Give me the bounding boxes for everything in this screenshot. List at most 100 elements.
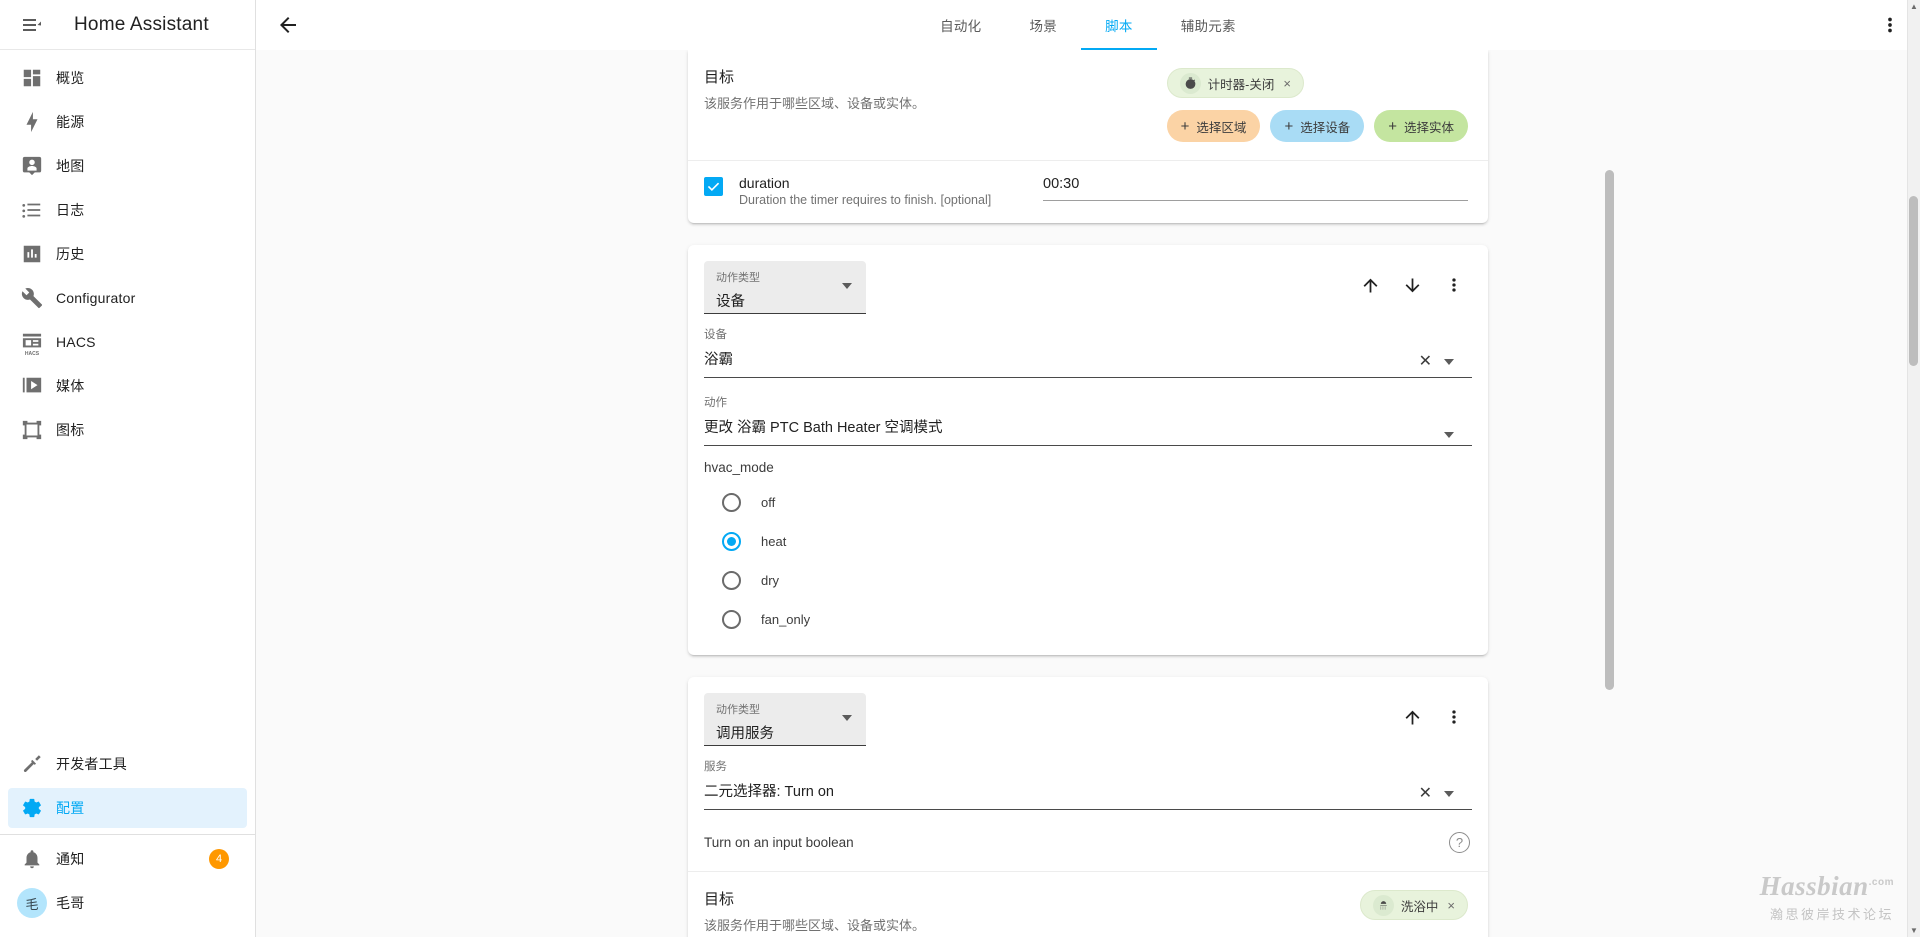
scroll-down-icon[interactable]: ▼ [1908, 924, 1920, 937]
chevron-down-icon[interactable] [1444, 432, 1454, 438]
window-scrollbar-thumb[interactable] [1909, 196, 1918, 366]
scroll-content: 目标 该服务作用于哪些区域、设备或实体。 计时器-关闭 × + 选择区域 + 选… [256, 50, 1920, 937]
chip-remove-icon[interactable]: × [1283, 76, 1291, 91]
tab-scenes[interactable]: 场景 [1005, 0, 1081, 50]
radio-option-dry[interactable]: dry [688, 561, 1488, 600]
window-scrollbar-track[interactable]: ▲ ▼ [1907, 0, 1920, 937]
dots-vertical-icon[interactable] [1870, 5, 1910, 45]
pick-area-label: 选择区域 [1196, 120, 1247, 135]
radio-option-off[interactable]: off [688, 483, 1488, 522]
target-chips: 洗浴中 × [1359, 890, 1468, 920]
lightning-bolt-icon [8, 111, 56, 133]
device-action-value-wrap[interactable]: 更改 浴霸 PTC Bath Heater 空调模式 [704, 410, 1472, 446]
sidebar-item-label: HACS [56, 334, 96, 350]
radio-button [722, 493, 741, 512]
scroll-up-icon[interactable]: ▲ [1908, 0, 1920, 13]
tab-scripts[interactable]: 脚本 [1081, 0, 1157, 50]
action-type-select-device[interactable]: 动作类型 设备 [704, 261, 866, 314]
duration-name: duration [739, 175, 790, 191]
chevron-down-icon[interactable] [1444, 359, 1454, 365]
radio-button [722, 571, 741, 590]
target-title: 目标 [704, 891, 735, 908]
app-title: Home Assistant [74, 13, 209, 35]
action-header: 动作类型 设备 [688, 245, 1488, 314]
device-action-value: 更改 浴霸 PTC Bath Heater 空调模式 [704, 420, 943, 436]
target-title: 目标 [704, 69, 735, 86]
radio-label: fan_only [761, 612, 811, 627]
action-type-label: 动作类型 [716, 704, 760, 716]
target-labels: 目标 该服务作用于哪些区域、设备或实体。 [704, 66, 925, 142]
sidebar-item-label: 配置 [56, 800, 85, 816]
duration-checkbox[interactable] [704, 177, 723, 196]
main-area: 自动化 场景 脚本 辅助元素 目标 该服务作用于哪些区域、设备或实体。 计时器-… [256, 0, 1920, 937]
sidebar-item-configurator[interactable]: Configurator [8, 278, 247, 318]
cog-icon [8, 797, 56, 819]
pick-device-button[interactable]: + 选择设备 [1270, 110, 1365, 142]
dots-vertical-icon[interactable] [1434, 697, 1474, 737]
radio-option-fan-only[interactable]: fan_only [688, 600, 1488, 639]
action-type-select-service[interactable]: 动作类型 调用服务 [704, 693, 866, 746]
sidebar-item-user[interactable]: 毛 毛哥 [8, 883, 247, 923]
close-icon[interactable]: ✕ [1419, 786, 1432, 802]
close-icon[interactable]: ✕ [1419, 354, 1432, 370]
radio-option-heat[interactable]: heat [688, 522, 1488, 561]
chip-label: 计时器-关闭 [1207, 77, 1275, 92]
device-action-actions [1444, 432, 1454, 438]
sidebar-nav: 概览 能源 地图 日志 历史 Configurator HACS HACS 媒体… [0, 50, 255, 740]
plus-icon: + [1284, 117, 1294, 135]
chevron-down-icon[interactable] [1444, 791, 1454, 797]
action-header: 动作类型 调用服务 [688, 677, 1488, 746]
sidebar-item-label: 能源 [56, 114, 85, 130]
device-action-label: 动作 [704, 397, 727, 409]
duration-labels: duration Duration the timer requires to … [739, 175, 1039, 207]
sidebar-item-configuration[interactable]: 配置 [8, 788, 247, 828]
service-field-value: 二元选择器: Turn on [704, 784, 834, 800]
view-dashboard-icon [8, 67, 56, 89]
sidebar-item-label: 历史 [56, 246, 85, 262]
avatar: 毛 [8, 888, 56, 918]
action-toolbar [1350, 261, 1474, 305]
sidebar-item-hacs[interactable]: HACS HACS [8, 322, 247, 362]
sidebar-item-label: Configurator [56, 290, 136, 306]
target-pick-buttons: + 选择区域 + 选择设备 + 选择实体 [1166, 110, 1468, 142]
wrench-icon [8, 287, 56, 309]
sidebar-item-energy[interactable]: 能源 [8, 102, 247, 142]
action-card-device: 动作类型 设备 设备 浴霸 ✕ 动作 更改 浴霸 PTC Bath Heater… [688, 245, 1488, 655]
tab-helpers[interactable]: 辅助元素 [1157, 0, 1260, 50]
device-field-value-wrap[interactable]: 浴霸 ✕ [704, 342, 1472, 378]
arrow-down-icon[interactable] [1392, 265, 1432, 305]
sidebar-item-overview[interactable]: 概览 [8, 58, 247, 98]
service-field-value-wrap[interactable]: 二元选择器: Turn on ✕ [704, 774, 1472, 810]
dots-vertical-icon[interactable] [1434, 265, 1474, 305]
sidebar-item-icons[interactable]: 图标 [8, 410, 247, 450]
duration-input[interactable] [1043, 176, 1468, 201]
chart-box-icon [8, 243, 56, 265]
chip-label: 洗浴中 [1400, 899, 1439, 914]
sidebar-divider [0, 834, 255, 835]
sidebar-item-notifications[interactable]: 通知 4 [8, 839, 247, 879]
radio-button [722, 532, 741, 551]
pick-area-button[interactable]: + 选择区域 [1166, 110, 1261, 142]
sidebar-item-history[interactable]: 历史 [8, 234, 247, 274]
entity-chip[interactable]: 计时器-关闭 × [1166, 68, 1304, 98]
sidebar: Home Assistant 概览 能源 地图 日志 历史 Configurat… [0, 0, 256, 937]
device-action-field: 动作 更改 浴霸 PTC Bath Heater 空调模式 [688, 394, 1488, 446]
radio-label: off [761, 495, 776, 510]
chip-remove-icon[interactable]: × [1447, 898, 1455, 913]
format-list-bulleted-icon [8, 199, 56, 221]
tab-automations[interactable]: 自动化 [916, 0, 1005, 50]
sidebar-item-developer-tools[interactable]: 开发者工具 [8, 744, 247, 784]
sidebar-item-label: 地图 [56, 158, 85, 174]
pick-entity-button[interactable]: + 选择实体 [1374, 110, 1468, 142]
help-circle-icon[interactable]: ? [1449, 832, 1470, 853]
plus-icon: + [1180, 117, 1190, 135]
arrow-up-icon[interactable] [1350, 265, 1390, 305]
entity-chip[interactable]: 洗浴中 × [1359, 890, 1468, 920]
sidebar-item-map[interactable]: 地图 [8, 146, 247, 186]
content-scrollbar-thumb[interactable] [1605, 170, 1614, 690]
sidebar-item-media[interactable]: 媒体 [8, 366, 247, 406]
arrow-up-icon[interactable] [1392, 697, 1432, 737]
menu-collapse-icon[interactable] [8, 1, 56, 49]
sidebar-item-logbook[interactable]: 日志 [8, 190, 247, 230]
duration-row: duration Duration the timer requires to … [688, 161, 1488, 223]
